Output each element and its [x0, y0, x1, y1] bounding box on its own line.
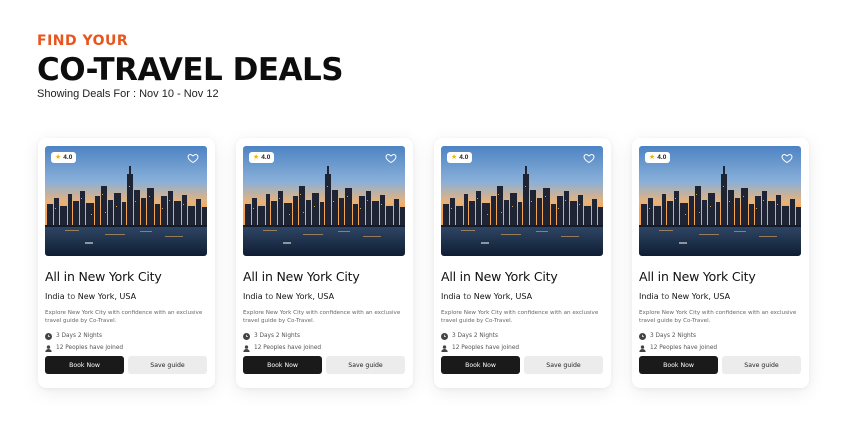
- heart-icon[interactable]: [781, 152, 793, 164]
- duration-text: 3 Days 2 Nights: [254, 333, 300, 339]
- deal-description: Explore New York City with confidence wi…: [243, 310, 401, 324]
- save-guide-button[interactable]: Save guide: [326, 356, 405, 374]
- deal-card[interactable]: ★ 4.0 All in New York City India to New …: [632, 138, 809, 388]
- rating-value: 4.0: [459, 154, 469, 161]
- duration-row: 3 Days 2 Nights: [639, 332, 802, 340]
- joined-text: 12 Peoples have joined: [452, 345, 520, 351]
- joined-row: 12 Peoples have joined: [639, 344, 802, 352]
- star-icon: ★: [649, 154, 656, 161]
- route: India to New York, USA: [441, 292, 604, 301]
- card-actions: Book Now Save guide: [243, 356, 406, 374]
- route-to: to: [463, 292, 472, 301]
- date-range-subtitle: Showing Deals For : Nov 10 - Nov 12: [37, 88, 219, 100]
- duration-text: 3 Days 2 Nights: [650, 333, 696, 339]
- joined-text: 12 Peoples have joined: [650, 345, 718, 351]
- route-origin: India: [45, 292, 65, 301]
- duration-row: 3 Days 2 Nights: [45, 332, 208, 340]
- duration-row: 3 Days 2 Nights: [441, 332, 604, 340]
- card-actions: Book Now Save guide: [639, 356, 802, 374]
- joined-row: 12 Peoples have joined: [243, 344, 406, 352]
- clock-icon: [243, 332, 250, 340]
- clock-icon: [45, 332, 52, 340]
- eyebrow-text: FIND YOUR: [37, 33, 129, 49]
- route: India to New York, USA: [639, 292, 802, 301]
- save-guide-button[interactable]: Save guide: [128, 356, 207, 374]
- route-origin: India: [639, 292, 659, 301]
- star-icon: ★: [55, 154, 62, 161]
- joined-text: 12 Peoples have joined: [254, 345, 322, 351]
- deal-description: Explore New York City with confidence wi…: [441, 310, 599, 324]
- deal-title: All in New York City: [639, 269, 756, 284]
- clock-icon: [639, 332, 646, 340]
- duration-text: 3 Days 2 Nights: [56, 333, 102, 339]
- duration-row: 3 Days 2 Nights: [243, 332, 406, 340]
- route: India to New York, USA: [45, 292, 208, 301]
- card-actions: Book Now Save guide: [45, 356, 208, 374]
- user-icon: [441, 344, 448, 352]
- city-skyline-photo: ★ 4.0: [441, 146, 603, 256]
- city-skyline-photo: ★ 4.0: [45, 146, 207, 256]
- book-now-button[interactable]: Book Now: [243, 356, 322, 374]
- star-icon: ★: [253, 154, 260, 161]
- route-destination: New York, USA: [671, 292, 731, 301]
- route-origin: India: [243, 292, 263, 301]
- rating-value: 4.0: [261, 154, 271, 161]
- rating-value: 4.0: [657, 154, 667, 161]
- user-icon: [639, 344, 646, 352]
- book-now-button[interactable]: Book Now: [45, 356, 124, 374]
- duration-text: 3 Days 2 Nights: [452, 333, 498, 339]
- book-now-button[interactable]: Book Now: [639, 356, 718, 374]
- deal-cards: ★ 4.0 All in New York City India to New …: [38, 138, 809, 388]
- route-origin: India: [441, 292, 461, 301]
- page-header: FIND YOUR CO-TRAVEL DEALS Showing Deals …: [37, 33, 344, 100]
- route-to: to: [67, 292, 76, 301]
- route-to: to: [265, 292, 274, 301]
- route-destination: New York, USA: [473, 292, 533, 301]
- save-guide-button[interactable]: Save guide: [524, 356, 603, 374]
- star-icon: ★: [451, 154, 458, 161]
- route-destination: New York, USA: [275, 292, 335, 301]
- user-icon: [45, 344, 52, 352]
- deal-card[interactable]: ★ 4.0 All in New York City India to New …: [434, 138, 611, 388]
- rating-value: 4.0: [63, 154, 73, 161]
- deal-description: Explore New York City with confidence wi…: [639, 310, 797, 324]
- joined-text: 12 Peoples have joined: [56, 345, 124, 351]
- route-destination: New York, USA: [77, 292, 137, 301]
- heart-icon[interactable]: [385, 152, 397, 164]
- deal-card[interactable]: ★ 4.0 All in New York City India to New …: [236, 138, 413, 388]
- deal-title: All in New York City: [441, 269, 558, 284]
- city-skyline-photo: ★ 4.0: [639, 146, 801, 256]
- deal-description: Explore New York City with confidence wi…: [45, 310, 203, 324]
- user-icon: [243, 344, 250, 352]
- book-now-button[interactable]: Book Now: [441, 356, 520, 374]
- route: India to New York, USA: [243, 292, 406, 301]
- heart-icon[interactable]: [583, 152, 595, 164]
- deal-title: All in New York City: [243, 269, 360, 284]
- card-actions: Book Now Save guide: [441, 356, 604, 374]
- rating-badge: ★ 4.0: [645, 152, 671, 163]
- rating-badge: ★ 4.0: [51, 152, 77, 163]
- save-guide-button[interactable]: Save guide: [722, 356, 801, 374]
- page-title: CO-TRAVEL DEALS: [37, 52, 344, 88]
- rating-badge: ★ 4.0: [249, 152, 275, 163]
- joined-row: 12 Peoples have joined: [45, 344, 208, 352]
- heart-icon[interactable]: [187, 152, 199, 164]
- city-skyline-photo: ★ 4.0: [243, 146, 405, 256]
- deal-title: All in New York City: [45, 269, 162, 284]
- route-to: to: [661, 292, 670, 301]
- clock-icon: [441, 332, 448, 340]
- deal-card[interactable]: ★ 4.0 All in New York City India to New …: [38, 138, 215, 388]
- rating-badge: ★ 4.0: [447, 152, 473, 163]
- joined-row: 12 Peoples have joined: [441, 344, 604, 352]
